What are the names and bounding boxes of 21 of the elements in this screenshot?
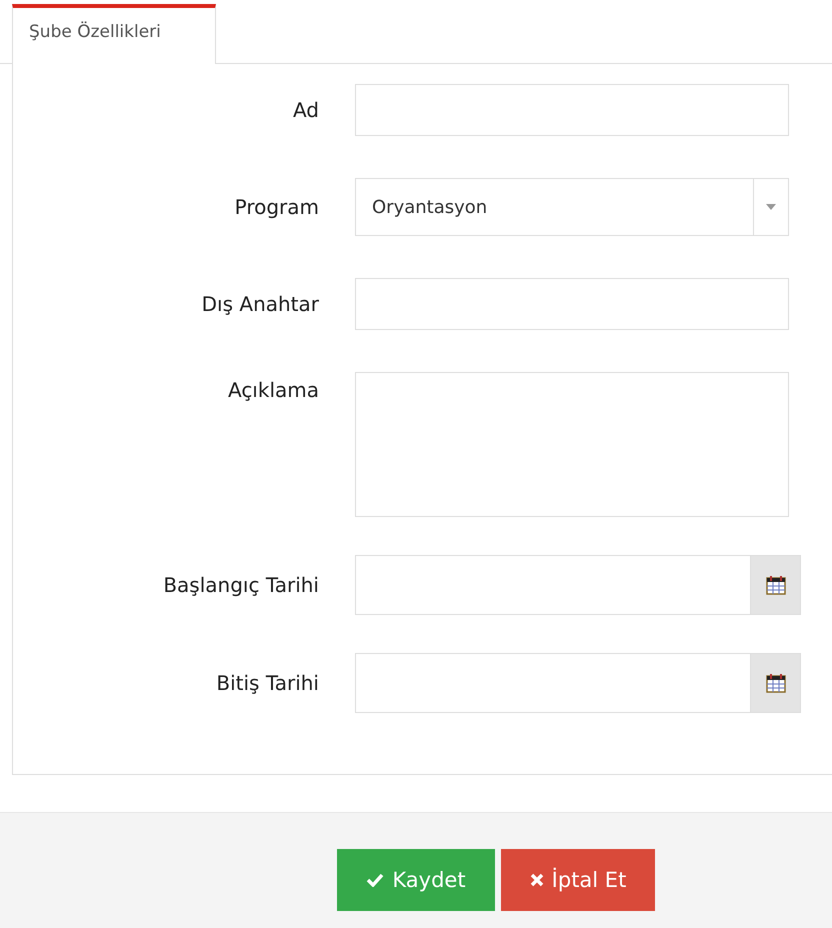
program-dropdown[interactable]: Oryantasyon (355, 178, 789, 236)
date-field[interactable] (355, 555, 751, 615)
cancel-button[interactable]: İptal Et (501, 849, 655, 911)
caret-icon (766, 204, 776, 210)
calendar-button[interactable] (751, 555, 801, 615)
checkmark-icon (366, 873, 384, 887)
tab[interactable]: Şube Özellikleri (12, 4, 216, 64)
calendar-icon (764, 574, 786, 596)
date-field[interactable] (355, 653, 751, 713)
textarea-field[interactable] (355, 372, 789, 517)
calendar-button[interactable] (751, 653, 801, 713)
field-label: Program (234, 195, 320, 219)
calendar-icon (764, 672, 786, 694)
field-label: Ad (292, 98, 320, 122)
field-label: Bitiş Tarihi (215, 671, 320, 695)
input-field[interactable] (355, 278, 789, 330)
field-label: Başlangıç Tarihi (162, 573, 320, 597)
field-label: Açıklama (226, 377, 320, 402)
input-field[interactable] (355, 84, 789, 136)
close-icon (530, 873, 544, 887)
field-label: Dış Anahtar (200, 292, 320, 316)
